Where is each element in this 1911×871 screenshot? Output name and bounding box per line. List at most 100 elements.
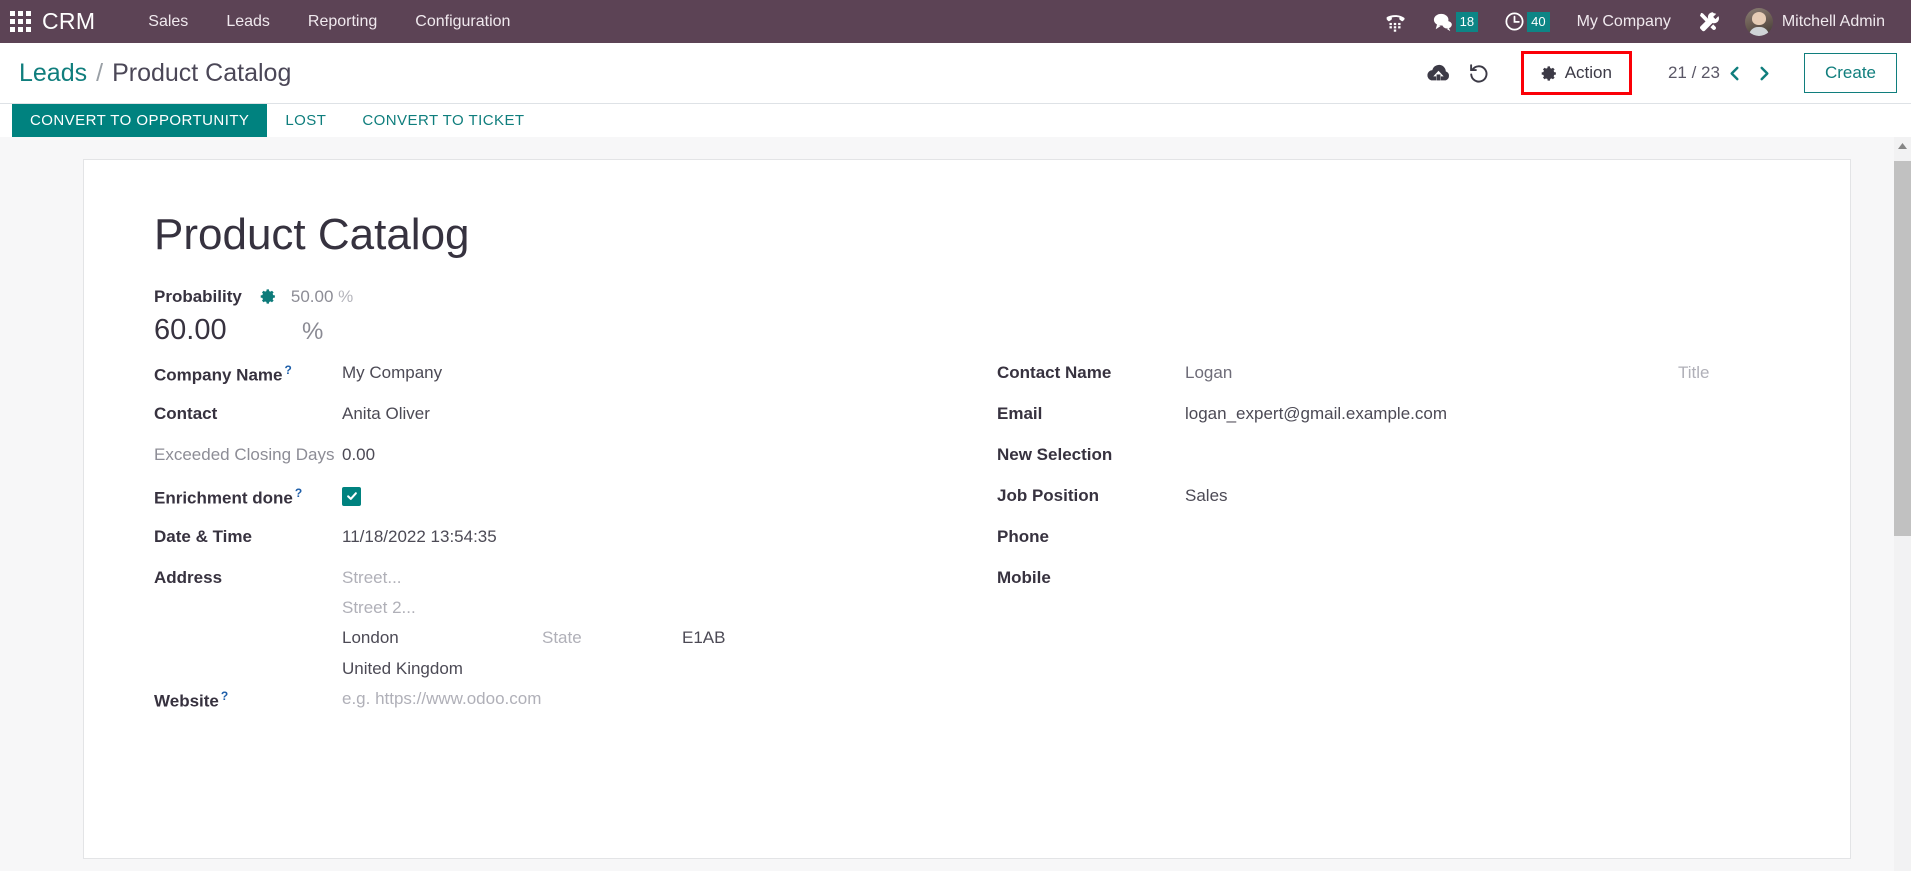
street-input[interactable]: Street... bbox=[342, 558, 967, 588]
field-email: Email logan_expert@gmail.example.com bbox=[997, 394, 1798, 435]
form-column-right: Contact Name Logan Title Email logan_exp… bbox=[967, 353, 1798, 721]
field-label: Exceeded Closing Days bbox=[154, 444, 335, 464]
action-button-label: Action bbox=[1564, 63, 1612, 82]
undo-discard-icon[interactable] bbox=[1459, 53, 1499, 93]
messaging-chat-icon[interactable]: 18 bbox=[1419, 0, 1491, 43]
tools-wrench-icon[interactable] bbox=[1685, 0, 1735, 43]
field-exceeded-closing-days: Exceeded Closing Days 0.00 bbox=[154, 435, 967, 476]
field-mobile: Mobile bbox=[997, 558, 1798, 599]
field-label: Email bbox=[997, 403, 1043, 423]
gear-icon[interactable] bbox=[260, 288, 277, 305]
form-sheet: Product Catalog Probability 50.00 % 60.0… bbox=[83, 159, 1851, 859]
field-label: Phone bbox=[997, 526, 1049, 546]
form-scroll-area: Product Catalog Probability 50.00 % 60.0… bbox=[0, 137, 1911, 871]
action-button[interactable]: Action bbox=[1524, 55, 1628, 91]
breadcrumb: Leads / Product Catalog bbox=[19, 59, 291, 88]
help-icon[interactable]: ? bbox=[284, 363, 291, 377]
avatar bbox=[1744, 7, 1773, 36]
state-input[interactable]: State bbox=[542, 628, 682, 648]
field-label: Contact Name bbox=[997, 362, 1112, 382]
probability-value-row: 60.00 % bbox=[154, 314, 1798, 347]
country-input[interactable]: United Kingdom bbox=[342, 649, 967, 679]
menu-item-leads[interactable]: Leads bbox=[207, 0, 289, 43]
mobile-input[interactable] bbox=[1185, 558, 1798, 582]
vertical-scrollbar[interactable] bbox=[1894, 137, 1911, 871]
date-time-input[interactable]: 11/18/2022 13:54:35 bbox=[342, 517, 967, 547]
systray: 18 40 My Company Mitchell Admin bbox=[1371, 0, 1911, 43]
menu-item-configuration[interactable]: Configuration bbox=[396, 0, 529, 43]
field-phone: Phone bbox=[997, 517, 1798, 558]
street2-input[interactable]: Street 2... bbox=[342, 588, 967, 618]
probability-automated-value: 50.00 % bbox=[291, 287, 353, 307]
label-text: Website bbox=[154, 691, 219, 711]
city-input[interactable]: London bbox=[342, 628, 542, 648]
field-label: Mobile bbox=[997, 567, 1051, 587]
company-name-input[interactable]: My Company bbox=[342, 353, 967, 383]
zip-input[interactable]: E1AB bbox=[682, 628, 725, 648]
email-input[interactable]: logan_expert@gmail.example.com bbox=[1185, 394, 1798, 424]
apps-grid-icon[interactable] bbox=[10, 10, 32, 33]
contact-title-input[interactable]: Title bbox=[1678, 353, 1798, 383]
cloud-upload-icon[interactable] bbox=[1419, 53, 1459, 93]
user-menu[interactable]: Mitchell Admin bbox=[1735, 0, 1899, 43]
field-label: New Selection bbox=[997, 444, 1113, 464]
contact-input[interactable]: Anita Oliver bbox=[342, 394, 967, 424]
help-icon[interactable]: ? bbox=[221, 689, 228, 703]
probability-label: Probability bbox=[154, 286, 242, 306]
convert-to-ticket-button[interactable]: Convert to Ticket bbox=[344, 104, 542, 137]
field-label: Company Name? bbox=[154, 353, 342, 386]
field-label: Job Position bbox=[997, 485, 1099, 505]
field-contact: Contact Anita Oliver bbox=[154, 394, 967, 435]
action-button-wrapper: Action bbox=[1520, 51, 1632, 95]
field-address: Address Street... Street 2... London Sta… bbox=[154, 558, 967, 680]
help-icon[interactable]: ? bbox=[295, 486, 302, 500]
scroll-up-arrow-icon[interactable] bbox=[1894, 137, 1911, 154]
probability-automated-number: 50.00 bbox=[290, 286, 334, 306]
phone-input[interactable] bbox=[1185, 517, 1798, 541]
chevron-left-icon[interactable] bbox=[1720, 56, 1750, 90]
probability-header-row: Probability 50.00 % bbox=[154, 287, 1798, 307]
menu-item-reporting[interactable]: Reporting bbox=[289, 0, 396, 43]
control-panel: Leads / Product Catalog Action 21 / 23 C… bbox=[0, 43, 1911, 104]
lost-button[interactable]: Lost bbox=[267, 104, 344, 137]
field-label: Enrichment done? bbox=[154, 476, 342, 509]
user-name: Mitchell Admin bbox=[1781, 12, 1885, 30]
main-menu: Sales Leads Reporting Configuration bbox=[129, 0, 529, 43]
job-position-input[interactable]: Sales bbox=[1185, 476, 1798, 506]
probability-automated-unit: % bbox=[338, 286, 354, 306]
menu-item-sales[interactable]: Sales bbox=[129, 0, 207, 43]
form-columns: Company Name? My Company Contact Anita O… bbox=[136, 353, 1798, 721]
new-selection-input[interactable] bbox=[1185, 435, 1798, 459]
form-column-left: Company Name? My Company Contact Anita O… bbox=[136, 353, 967, 721]
breadcrumb-separator: / bbox=[96, 58, 104, 87]
create-button[interactable]: Create bbox=[1803, 53, 1897, 93]
field-label: Date & Time bbox=[154, 526, 252, 546]
activities-clock-icon[interactable]: 40 bbox=[1491, 0, 1562, 43]
messaging-counter-badge: 18 bbox=[1455, 11, 1479, 32]
voip-phone-icon[interactable] bbox=[1371, 0, 1419, 43]
scrollbar-thumb[interactable] bbox=[1894, 161, 1911, 536]
field-website: Website? e.g. https://www.odoo.com bbox=[154, 679, 967, 720]
field-label: Contact bbox=[154, 403, 218, 423]
field-job-position: Job Position Sales bbox=[997, 476, 1798, 517]
field-company-name: Company Name? My Company bbox=[154, 353, 967, 394]
company-switcher[interactable]: My Company bbox=[1563, 13, 1685, 31]
probability-unit: % bbox=[302, 317, 324, 345]
page-title: Product Catalog bbox=[154, 210, 470, 259]
app-brand-crm[interactable]: CRM bbox=[42, 8, 95, 35]
label-text: Enrichment done bbox=[154, 488, 293, 508]
convert-to-opportunity-button[interactable]: Convert to Opportunity bbox=[12, 104, 268, 137]
field-label: Website? bbox=[154, 679, 342, 712]
breadcrumb-leads[interactable]: Leads bbox=[19, 59, 87, 88]
chevron-right-icon[interactable] bbox=[1750, 56, 1780, 90]
address-city-state-zip-row: London State E1AB bbox=[342, 618, 967, 648]
probability-input[interactable]: 60.00 bbox=[154, 314, 302, 347]
field-label: Address bbox=[154, 567, 223, 587]
exceeded-closing-days-value: 0.00 bbox=[342, 444, 376, 464]
record-pager: 21 / 23 bbox=[1668, 56, 1780, 90]
website-input[interactable]: e.g. https://www.odoo.com bbox=[342, 679, 967, 709]
contact-name-input[interactable]: Logan bbox=[1185, 353, 1678, 383]
enrichment-done-checkbox[interactable] bbox=[342, 486, 361, 506]
field-new-selection: New Selection bbox=[997, 435, 1798, 476]
form-statusbar: Convert to Opportunity Lost Convert to T… bbox=[0, 104, 1911, 137]
